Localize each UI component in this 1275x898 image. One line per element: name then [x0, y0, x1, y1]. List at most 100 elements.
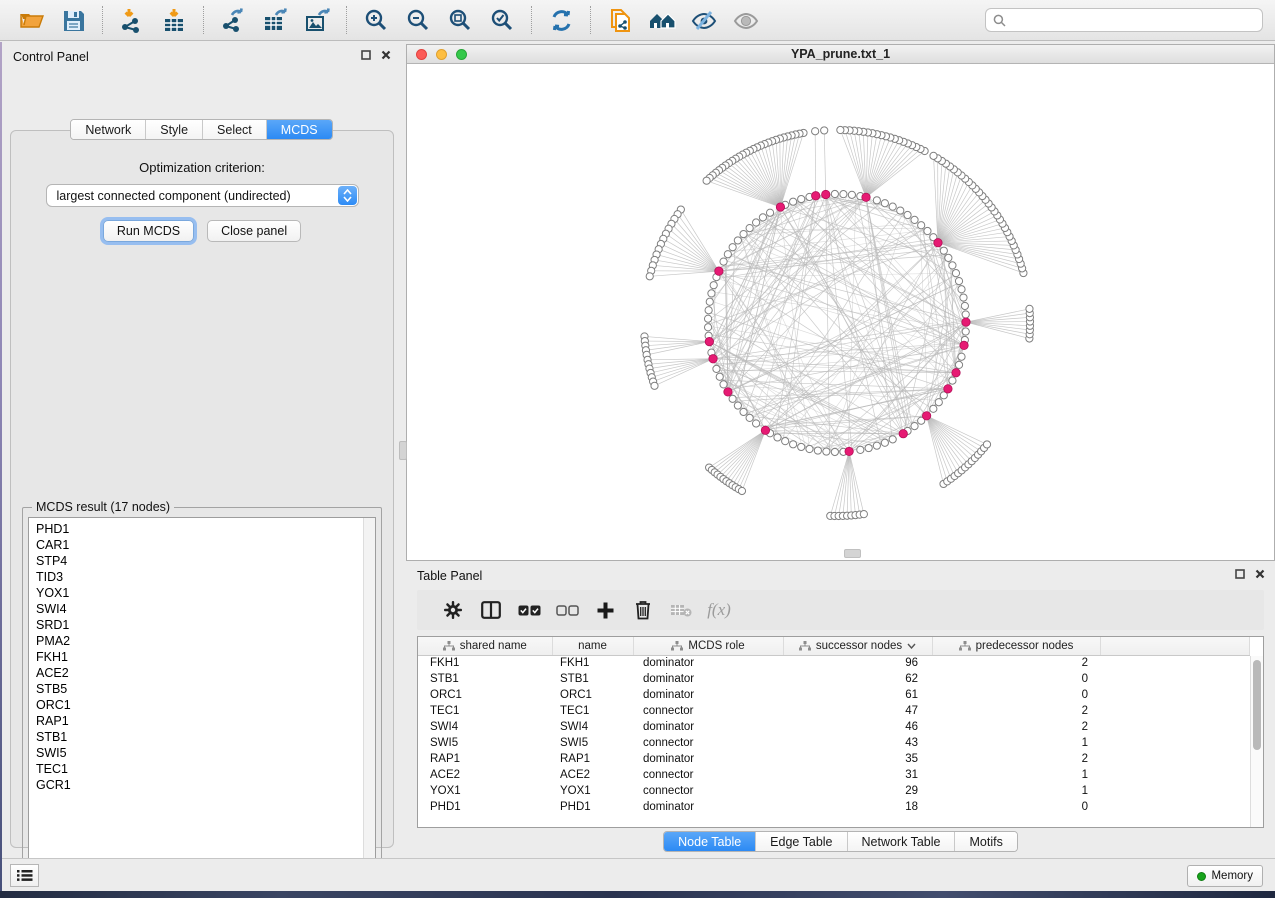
show-columns-icon[interactable]: [472, 595, 510, 625]
tab-node-table[interactable]: Node Table: [664, 832, 756, 851]
zoom-in-icon[interactable]: [361, 5, 391, 35]
control-panel-header: Control Panel: [2, 45, 401, 69]
zoom-selected-icon[interactable]: [487, 5, 517, 35]
table-row[interactable]: FKH1 FKH1 dominator 96 2: [418, 655, 1250, 671]
toolbar-separator: [531, 6, 532, 34]
fx-label: f(x): [707, 600, 731, 620]
close-panel-icon[interactable]: [381, 50, 391, 60]
mcds-result-item[interactable]: PHD1: [36, 521, 375, 537]
mcds-result-item[interactable]: STP4: [36, 553, 375, 569]
control-panel: Control Panel Network Style Select MCDS …: [2, 45, 401, 852]
hide-selected-icon[interactable]: [689, 5, 719, 35]
network-graph[interactable]: [407, 64, 1275, 561]
table-row[interactable]: TEC1 TEC1 connector 47 2: [418, 703, 1250, 719]
mcds-result-item[interactable]: RAP1: [36, 713, 375, 729]
delete-column-icon[interactable]: [624, 595, 662, 625]
search-box[interactable]: [985, 8, 1263, 32]
tab-mcds[interactable]: MCDS: [267, 120, 332, 139]
desktop-wallpaper: [0, 891, 1275, 898]
show-hidden-icon[interactable]: [731, 5, 761, 35]
column-type-icon: [959, 641, 971, 651]
network-canvas[interactable]: [407, 64, 1274, 560]
tab-network-table[interactable]: Network Table: [848, 832, 956, 851]
zoom-out-icon[interactable]: [403, 5, 433, 35]
mcds-result-item[interactable]: TEC1: [36, 761, 375, 777]
table-row[interactable]: SWI4 SWI4 dominator 46 2: [418, 719, 1250, 735]
mcds-result-item[interactable]: STB5: [36, 681, 375, 697]
table-row[interactable]: SWI5 SWI5 connector 43 1: [418, 735, 1250, 751]
vertical-splitter-grip[interactable]: [399, 441, 407, 460]
memory-button[interactable]: Memory: [1187, 865, 1263, 887]
node-table-area: shared name name MCDS role successor nod…: [417, 636, 1264, 828]
close-window-icon[interactable]: [416, 49, 427, 60]
minimize-window-icon[interactable]: [436, 49, 447, 60]
function-builder-icon-disabled: f(x): [700, 595, 738, 625]
add-column-icon[interactable]: [586, 595, 624, 625]
table-row[interactable]: STB1 STB1 dominator 62 0: [418, 671, 1250, 687]
mcds-result-list[interactable]: PHD1CAR1STP4TID3YOX1SWI4SRD1PMA2FKH1ACE2…: [28, 517, 376, 872]
mcds-result-item[interactable]: SWI5: [36, 745, 375, 761]
mcds-result-item[interactable]: FKH1: [36, 649, 375, 665]
tab-edge-table[interactable]: Edge Table: [756, 832, 847, 851]
zoom-fit-icon[interactable]: [445, 5, 475, 35]
tab-motifs[interactable]: Motifs: [955, 832, 1016, 851]
export-image-icon[interactable]: [302, 5, 332, 35]
maximize-window-icon[interactable]: [456, 49, 467, 60]
mcds-list-scrollbar[interactable]: [363, 518, 375, 871]
deselect-all-icon[interactable]: [548, 595, 586, 625]
export-table-icon[interactable]: [260, 5, 290, 35]
mcds-result-item[interactable]: TID3: [36, 569, 375, 585]
sort-desc-icon: [907, 643, 916, 649]
table-scrollbar-thumb[interactable]: [1253, 660, 1261, 750]
import-table-icon[interactable]: [159, 5, 189, 35]
run-mcds-button[interactable]: Run MCDS: [103, 220, 194, 242]
close-panel-icon[interactable]: [1255, 569, 1265, 579]
mcds-result-item[interactable]: GCR1: [36, 777, 375, 793]
column-header-shared-name[interactable]: shared name: [418, 637, 552, 655]
mcds-result-item[interactable]: CAR1: [36, 537, 375, 553]
table-row[interactable]: YOX1 YOX1 connector 29 1: [418, 783, 1250, 799]
tab-style[interactable]: Style: [146, 120, 203, 139]
table-settings-gear-icon[interactable]: [434, 595, 472, 625]
show-all-networks-icon[interactable]: [647, 5, 677, 35]
network-titlebar[interactable]: YPA_prune.txt_1: [407, 45, 1274, 64]
tab-select[interactable]: Select: [203, 120, 267, 139]
mcds-result-item[interactable]: SWI4: [36, 601, 375, 617]
task-history-button[interactable]: [10, 864, 39, 887]
clone-network-icon[interactable]: [605, 5, 635, 35]
column-header-mcds-role[interactable]: MCDS role: [633, 637, 783, 655]
export-network-icon[interactable]: [218, 5, 248, 35]
mcds-result-item[interactable]: SRD1: [36, 617, 375, 633]
mcds-result-item[interactable]: PMA2: [36, 633, 375, 649]
mcds-result-legend: MCDS result (17 nodes): [32, 500, 174, 514]
column-header-successor-nodes[interactable]: successor nodes: [783, 637, 932, 655]
column-header-predecessor-nodes[interactable]: predecessor nodes: [932, 637, 1100, 655]
app-window: Control Panel Network Style Select MCDS …: [0, 0, 1275, 898]
float-panel-icon[interactable]: [1235, 569, 1245, 579]
float-panel-icon[interactable]: [361, 50, 371, 60]
column-type-icon: [799, 641, 811, 651]
table-row[interactable]: RAP1 RAP1 dominator 35 2: [418, 751, 1250, 767]
horizontal-splitter-grip[interactable]: [844, 549, 861, 558]
search-input[interactable]: [1012, 13, 1255, 27]
table-row[interactable]: ACE2 ACE2 connector 31 1: [418, 767, 1250, 783]
table-row[interactable]: PHD1 PHD1 dominator 18 0: [418, 799, 1250, 815]
mcds-result-item[interactable]: STB1: [36, 729, 375, 745]
mcds-result-item[interactable]: YOX1: [36, 585, 375, 601]
mcds-result-item[interactable]: ACE2: [36, 665, 375, 681]
table-row[interactable]: ORC1 ORC1 dominator 61 0: [418, 687, 1250, 703]
save-session-icon[interactable]: [58, 5, 88, 35]
toolbar-separator: [590, 6, 591, 34]
select-all-icon[interactable]: [510, 595, 548, 625]
apply-layout-icon[interactable]: [546, 5, 576, 35]
close-panel-button[interactable]: Close panel: [207, 220, 301, 242]
column-header-name[interactable]: name: [552, 637, 633, 655]
mcds-result-item[interactable]: ORC1: [36, 697, 375, 713]
table-scrollbar[interactable]: [1250, 656, 1263, 827]
import-network-icon[interactable]: [117, 5, 147, 35]
tab-network[interactable]: Network: [71, 120, 146, 139]
criterion-select[interactable]: largest connected component (undirected): [46, 184, 359, 207]
mcds-tab-content: Optimization criterion: largest connecte…: [10, 130, 394, 848]
network-window: YPA_prune.txt_1: [406, 44, 1275, 561]
open-file-icon[interactable]: [16, 5, 46, 35]
